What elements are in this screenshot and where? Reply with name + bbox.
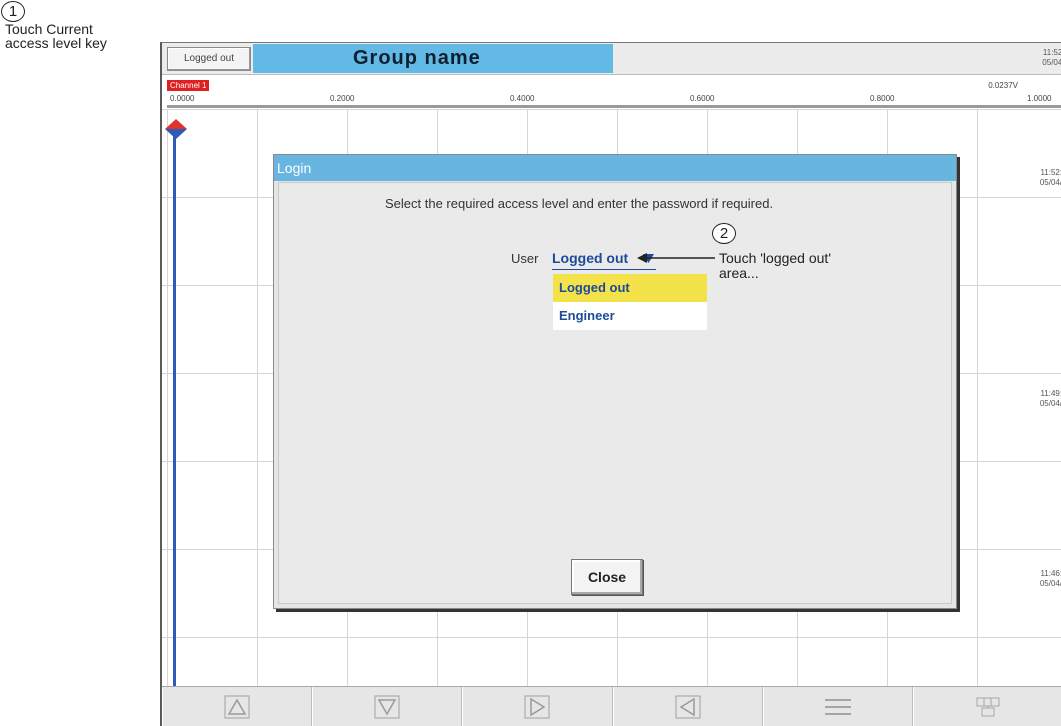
grid-icon bbox=[976, 697, 1000, 717]
group-name-banner: Group name bbox=[253, 44, 613, 73]
scale-tick: 0.8000 bbox=[870, 94, 895, 103]
status-datetime: 11:52:5 05/04/0 bbox=[1042, 48, 1061, 68]
status-time: 11:52:5 bbox=[1042, 48, 1061, 57]
callout-2-text-line2: area... bbox=[719, 265, 759, 281]
navigation-bar bbox=[162, 686, 1061, 726]
time-label: 11:46:44 05/04/05 bbox=[1040, 569, 1061, 589]
scale-tick: 0.6000 bbox=[690, 94, 715, 103]
callout-arrow-icon bbox=[637, 253, 715, 263]
current-access-level-key[interactable]: Logged out bbox=[167, 47, 251, 71]
up-key[interactable] bbox=[162, 687, 313, 726]
menu-icon bbox=[824, 699, 851, 715]
callout-2-number: 2 bbox=[712, 223, 736, 244]
scale-tick: 0.4000 bbox=[510, 94, 535, 103]
callout-1-text-line2: access level key bbox=[5, 35, 107, 51]
right-key[interactable] bbox=[462, 687, 613, 726]
login-dialog: Login Select the required access level a… bbox=[273, 154, 957, 609]
time-label: 11:49:24 05/04/05 bbox=[1040, 389, 1061, 409]
down-key[interactable] bbox=[312, 687, 463, 726]
time-label-date: 05/04/05 bbox=[1039, 579, 1061, 588]
dialog-title: Login bbox=[274, 155, 956, 181]
time-label-date: 05/04/05 bbox=[1039, 178, 1061, 187]
dropdown-option-logged-out[interactable]: Logged out bbox=[553, 274, 707, 302]
user-label: User bbox=[511, 251, 539, 266]
down-arrow-icon bbox=[374, 695, 400, 719]
time-label-time: 11:52:04 bbox=[1040, 168, 1061, 177]
scale-bar: Channel 1 0.0237V 0.0000 0.2000 0.4000 0… bbox=[162, 76, 1061, 108]
access-level-dropdown: Logged out Engineer bbox=[553, 274, 707, 330]
status-date: 05/04/0 bbox=[1042, 58, 1061, 67]
group-name: Group name bbox=[353, 47, 481, 69]
left-arrow-icon bbox=[675, 695, 701, 719]
user-select-value: Logged out bbox=[552, 250, 629, 266]
pen-pointer-icon bbox=[165, 119, 187, 139]
callout-1-text-line1: Touch Current bbox=[5, 21, 93, 37]
dialog-body bbox=[278, 182, 952, 604]
dialog-message: Select the required access level and ent… bbox=[385, 196, 774, 211]
scale-tick: 0.0000 bbox=[170, 94, 195, 103]
up-arrow-icon bbox=[224, 695, 250, 719]
time-label-date: 05/04/05 bbox=[1039, 399, 1061, 408]
callout-2-text-line1: Touch 'logged out' bbox=[719, 250, 831, 266]
status-bar: Logged out Group name 11:52:5 05/04/0 bbox=[162, 43, 1061, 75]
time-label-time: 11:49:24 bbox=[1040, 389, 1061, 398]
callout-1-number: 1 bbox=[1, 1, 25, 22]
scale-line bbox=[167, 105, 1061, 108]
channel-trace bbox=[173, 129, 176, 689]
root-menu-key[interactable] bbox=[912, 687, 1061, 726]
close-button[interactable]: Close bbox=[571, 559, 643, 595]
channel-current-value: 0.0237V bbox=[988, 81, 1018, 90]
dropdown-option-engineer[interactable]: Engineer bbox=[553, 302, 707, 330]
left-key[interactable] bbox=[612, 687, 763, 726]
right-arrow-icon bbox=[524, 695, 550, 719]
menu-key[interactable] bbox=[762, 687, 913, 726]
time-label: 11:52:04 05/04/05 bbox=[1040, 168, 1061, 188]
scale-tick: 1.0000 bbox=[1027, 94, 1052, 103]
scale-tick: 0.2000 bbox=[330, 94, 355, 103]
channel-tag[interactable]: Channel 1 bbox=[167, 80, 210, 91]
time-label-time: 11:46:44 bbox=[1040, 569, 1061, 578]
